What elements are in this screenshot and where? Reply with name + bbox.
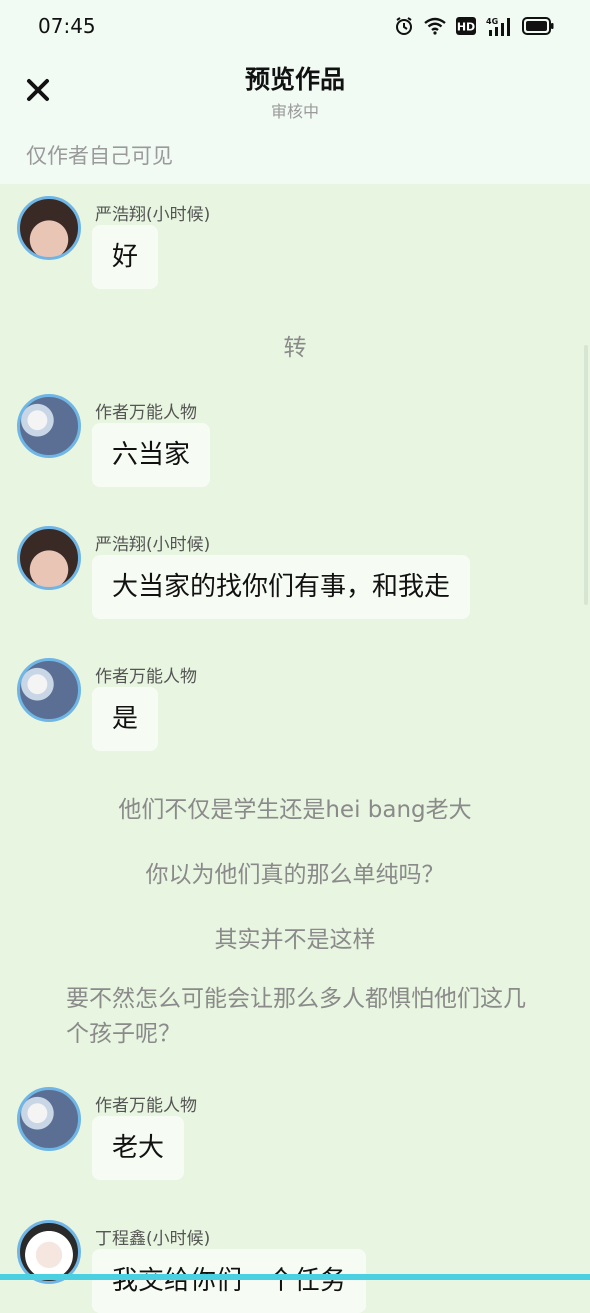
sender-name: 严浩翔(小时候)	[95, 535, 211, 555]
sender-name: 作者万能人物	[95, 403, 197, 423]
svg-text:HD: HD	[457, 21, 475, 34]
narration-text: 他们不仅是学生还是hei bang老大	[118, 797, 472, 823]
narration-text: 其实并不是这样	[214, 927, 376, 953]
avatar[interactable]	[17, 526, 81, 590]
narration-text: 转	[283, 335, 307, 361]
sender-name: 作者万能人物	[95, 1096, 197, 1116]
alarm-icon	[396, 17, 412, 35]
hd-icon: HD	[456, 17, 476, 35]
message-bubble[interactable]: 大当家的找你们有事，和我走	[92, 555, 471, 619]
status-icons: HD 4G	[394, 14, 554, 38]
avatar[interactable]	[17, 394, 81, 458]
sender-name: 丁程鑫(小时候)	[95, 1229, 211, 1249]
narration-text: 要不然怎么可能会让那么多人都惧怕他们这几个孩子呢？	[66, 986, 526, 1047]
wifi-icon	[424, 17, 446, 35]
narration-text: 你以为他们真的那么单纯吗？	[145, 862, 445, 888]
sender-name: 严浩翔(小时候)	[95, 205, 211, 225]
message-bubble[interactable]: 好	[92, 225, 159, 289]
avatar[interactable]	[17, 658, 81, 722]
message-bubble[interactable]: 六当家	[92, 423, 211, 487]
visibility-note: 仅作者自己可见	[26, 144, 173, 168]
battery-icon	[522, 17, 554, 35]
signal-4g-icon: 4G	[486, 17, 510, 36]
status-time: 07:45	[38, 14, 96, 38]
message-bubble[interactable]: 老大	[92, 1116, 185, 1180]
message-bubble[interactable]: 我交给你们一个任务	[92, 1249, 367, 1313]
message-bubble[interactable]: 是	[92, 687, 159, 751]
bottom-accent-bar	[0, 1274, 590, 1280]
avatar[interactable]	[17, 1087, 81, 1151]
svg-text:4G: 4G	[486, 17, 498, 26]
sender-name: 作者万能人物	[95, 667, 197, 687]
status-bar: 07:45 HD 4G	[0, 0, 590, 52]
scrollbar[interactable]	[584, 345, 588, 605]
page-title: 预览作品	[244, 65, 345, 94]
review-status: 审核中	[270, 102, 319, 121]
top-header: 07:45 HD 4G 预览作品 审核中 仅作者自己可见	[0, 0, 590, 184]
avatar[interactable]	[17, 196, 81, 260]
